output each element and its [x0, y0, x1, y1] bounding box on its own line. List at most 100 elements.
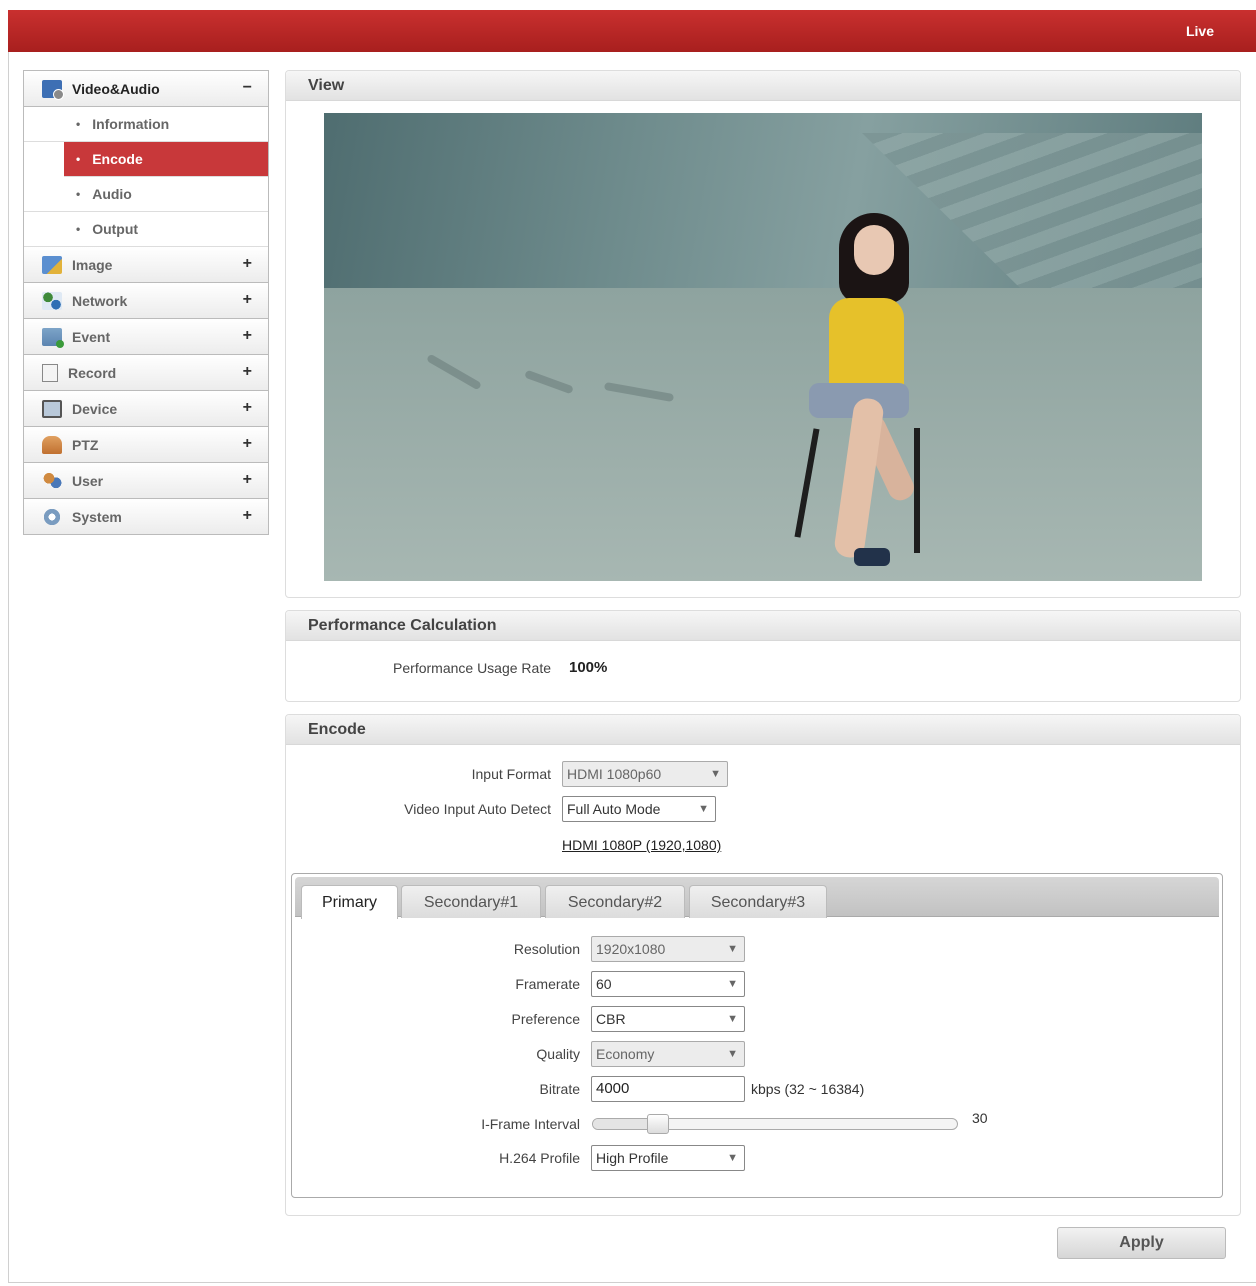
video-floor — [324, 288, 1202, 581]
menu-video-audio[interactable]: Video&Audio − — [24, 71, 268, 107]
expand-icon[interactable]: + — [243, 327, 252, 345]
resolution-select[interactable]: 1920x1080 ▼ — [591, 936, 745, 962]
sidebar-item-label: Information — [92, 116, 170, 132]
network-icon — [42, 291, 62, 310]
resolution-value: 1920x1080 — [596, 941, 666, 957]
sidebar-menu: Video&Audio − • Information • Encode • A… — [23, 70, 269, 535]
profile-value: High Profile — [596, 1150, 669, 1166]
menu-record[interactable]: Record + — [24, 355, 268, 391]
bitrate-unit: kbps (32 ~ 16384) — [751, 1081, 865, 1097]
sidebar-item-output[interactable]: • Output — [24, 212, 268, 247]
iframe-slider-handle[interactable] — [647, 1114, 669, 1134]
framerate-row: Framerate 60 ▼ — [292, 971, 745, 997]
iframe-label: I-Frame Interval — [481, 1116, 580, 1132]
bullet-icon: • — [76, 152, 81, 166]
expand-icon[interactable]: + — [243, 255, 252, 273]
menu-system[interactable]: System + — [24, 499, 268, 535]
video-subject — [794, 203, 944, 581]
framerate-value: 60 — [596, 976, 612, 992]
auto-detect-row: Video Input Auto Detect Full Auto Mode ▼ — [286, 796, 716, 822]
performance-panel-title: Performance Calculation — [286, 611, 1240, 641]
resolution-label: Resolution — [513, 941, 580, 957]
sidebar-item-information[interactable]: • Information — [24, 107, 268, 142]
chevron-down-icon: ▼ — [727, 1013, 738, 1025]
auto-detect-value: Full Auto Mode — [567, 801, 661, 817]
input-format-select[interactable]: HDMI 1080p60 ▼ — [562, 761, 728, 787]
performance-row: Performance Usage Rate 100% — [286, 659, 607, 676]
usage-rate-label: Performance Usage Rate — [393, 659, 551, 676]
tab-primary[interactable]: Primary — [301, 885, 398, 919]
framerate-select[interactable]: 60 ▼ — [591, 971, 745, 997]
menu-device-label: Device — [72, 400, 118, 417]
tab-strip: Primary Secondary#1 Secondary#2 Secondar… — [295, 877, 1219, 919]
event-icon — [42, 327, 64, 348]
sidebar-item-audio[interactable]: • Audio — [24, 177, 268, 212]
expand-icon[interactable]: + — [243, 471, 252, 489]
user-icon — [42, 471, 62, 490]
menu-ptz[interactable]: PTZ + — [24, 427, 268, 463]
view-panel-title: View — [286, 71, 1240, 101]
bullet-icon: • — [76, 117, 81, 131]
expand-icon[interactable]: + — [243, 291, 252, 309]
expand-icon[interactable]: + — [243, 363, 252, 381]
performance-panel: Performance Calculation Performance Usag… — [285, 610, 1241, 702]
tab-secondary-2[interactable]: Secondary#2 — [545, 885, 685, 918]
tab-secondary-3[interactable]: Secondary#3 — [689, 885, 827, 918]
encode-panel-title: Encode — [286, 715, 1240, 745]
auto-detect-select[interactable]: Full Auto Mode ▼ — [562, 796, 716, 822]
video-audio-icon — [42, 79, 64, 100]
menu-record-label: Record — [68, 364, 117, 381]
quality-row: Quality Economy ▼ — [292, 1041, 745, 1067]
input-format-label: Input Format — [471, 766, 551, 782]
record-icon — [42, 363, 58, 382]
sidebar-item-encode[interactable]: • Encode — [64, 142, 268, 177]
expand-icon[interactable]: + — [243, 399, 252, 417]
menu-device[interactable]: Device + — [24, 391, 268, 427]
collapse-icon[interactable]: − — [243, 79, 252, 97]
tab-secondary-1[interactable]: Secondary#1 — [401, 885, 541, 918]
chevron-down-icon: ▼ — [727, 978, 738, 990]
profile-label: H.264 Profile — [499, 1150, 580, 1166]
live-link[interactable]: Live — [1186, 23, 1214, 39]
iframe-slider[interactable] — [592, 1114, 958, 1134]
detected-format-link[interactable]: HDMI 1080P (1920,1080) — [562, 837, 721, 853]
input-format-value: HDMI 1080p60 — [567, 766, 662, 782]
menu-system-label: System — [72, 508, 122, 525]
menu-event-label: Event — [72, 328, 111, 345]
input-format-row: Input Format HDMI 1080p60 ▼ — [286, 761, 728, 787]
profile-select[interactable]: High Profile ▼ — [591, 1145, 745, 1171]
preference-label: Preference — [511, 1011, 580, 1027]
resolution-row: Resolution 1920x1080 ▼ — [292, 936, 745, 962]
menu-user-label: User — [72, 472, 104, 489]
video-preview[interactable] — [324, 113, 1202, 581]
bitrate-input[interactable]: 4000 — [591, 1076, 745, 1102]
usage-rate-value: 100% — [569, 659, 608, 676]
bullet-icon: • — [76, 222, 81, 236]
image-icon — [42, 255, 62, 274]
bitrate-label: Bitrate — [539, 1081, 580, 1097]
encode-panel: Encode Input Format HDMI 1080p60 ▼ Video… — [285, 714, 1241, 1216]
menu-network[interactable]: Network + — [24, 283, 268, 319]
bottom-border — [8, 1282, 1256, 1283]
quality-label: Quality — [536, 1046, 580, 1062]
menu-video-audio-label: Video&Audio — [72, 80, 160, 97]
expand-icon[interactable]: + — [243, 507, 252, 525]
quality-select[interactable]: Economy ▼ — [591, 1041, 745, 1067]
profile-row: H.264 Profile High Profile ▼ — [292, 1145, 745, 1171]
device-icon — [42, 399, 62, 418]
menu-ptz-label: PTZ — [72, 436, 99, 453]
chevron-down-icon: ▼ — [727, 943, 738, 955]
preference-select[interactable]: CBR ▼ — [591, 1006, 745, 1032]
chevron-down-icon: ▼ — [727, 1048, 738, 1060]
preference-value: CBR — [596, 1011, 626, 1027]
menu-image[interactable]: Image + — [24, 247, 268, 283]
expand-icon[interactable]: + — [243, 435, 252, 453]
apply-button[interactable]: Apply — [1057, 1227, 1226, 1259]
menu-network-label: Network — [72, 292, 128, 309]
menu-event[interactable]: Event + — [24, 319, 268, 355]
chevron-down-icon: ▼ — [727, 1152, 738, 1164]
menu-user[interactable]: User + — [24, 463, 268, 499]
sidebar-item-label: Audio — [92, 186, 132, 202]
ptz-icon — [42, 435, 62, 454]
stream-tabs: Primary Secondary#1 Secondary#2 Secondar… — [291, 873, 1223, 1198]
